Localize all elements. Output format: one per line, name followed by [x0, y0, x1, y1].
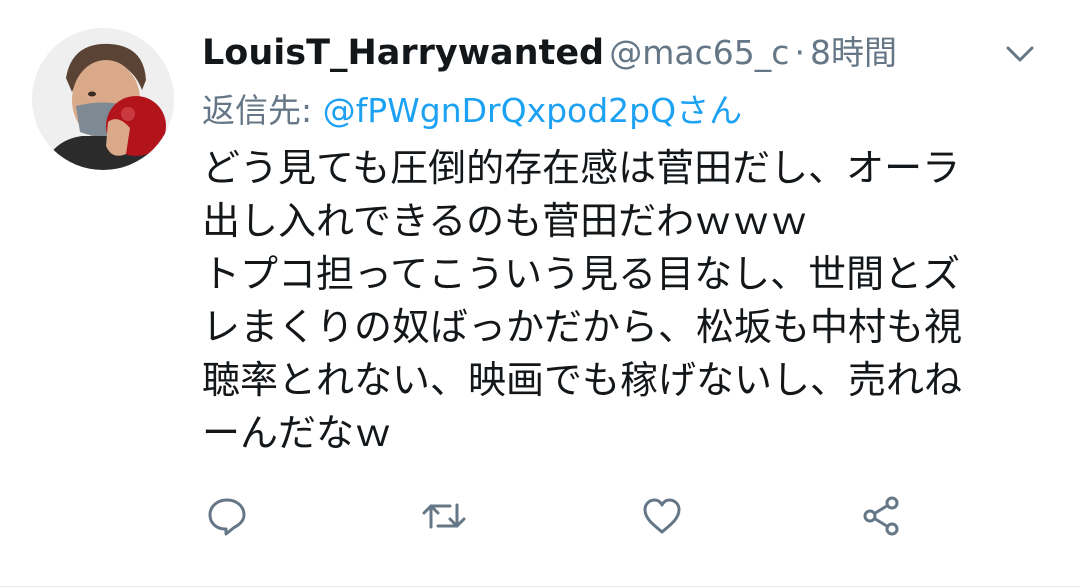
timestamp[interactable]: 8時間: [810, 33, 897, 72]
share-button[interactable]: [853, 488, 909, 544]
separator-dot: ·: [794, 33, 805, 72]
tweet-text-line: レまくりの奴ばっかだから、松坂も中村も視: [202, 305, 963, 349]
share-icon: [863, 496, 899, 536]
chevron-down-icon: [1006, 46, 1034, 62]
like-button[interactable]: [634, 488, 690, 544]
action-bar: [0, 488, 1080, 544]
tweet-text-line: トプコ担ってこういう見る目なし、世間とズ: [202, 252, 961, 296]
tweet-text-line: ーんだなｗ: [202, 411, 393, 455]
speech-bubble-icon: [208, 498, 246, 536]
retweet-icon: [422, 503, 466, 529]
tweet-text-line: どう見ても圧倒的存在感は菅田だし、オーラ: [202, 146, 961, 190]
reply-prefix: 返信先:: [202, 91, 323, 130]
tweet-text-line: 出し入れできるのも菅田だわｗｗｗ: [202, 199, 809, 243]
tweet-text: どう見ても圧倒的存在感は菅田だし、オーラ 出し入れできるのも菅田だわｗｗｗ トプ…: [202, 142, 1062, 460]
profile-photo: [32, 28, 174, 170]
more-options-button[interactable]: [1000, 34, 1040, 74]
user-handle[interactable]: @mac65_c: [609, 33, 789, 72]
reply-context: 返信先: @fPWgnDrQxpod2pQさん: [202, 84, 742, 132]
reply-mention-link[interactable]: @fPWgnDrQxpod2pQさん: [323, 91, 743, 130]
tweet-text-line: 聴率とれない、映画でも稼げないし、売れね: [202, 358, 963, 402]
retweet-button[interactable]: [416, 488, 472, 544]
reply-button[interactable]: [199, 488, 255, 544]
avatar[interactable]: [32, 28, 174, 170]
heart-icon: [643, 498, 681, 534]
tweet[interactable]: LouisT_Harrywanted @mac65_c · 8時間 返信先: @…: [0, 0, 1080, 587]
display-name[interactable]: LouisT_Harrywanted: [202, 33, 604, 73]
tweet-header: LouisT_Harrywanted @mac65_c · 8時間: [202, 26, 1040, 74]
